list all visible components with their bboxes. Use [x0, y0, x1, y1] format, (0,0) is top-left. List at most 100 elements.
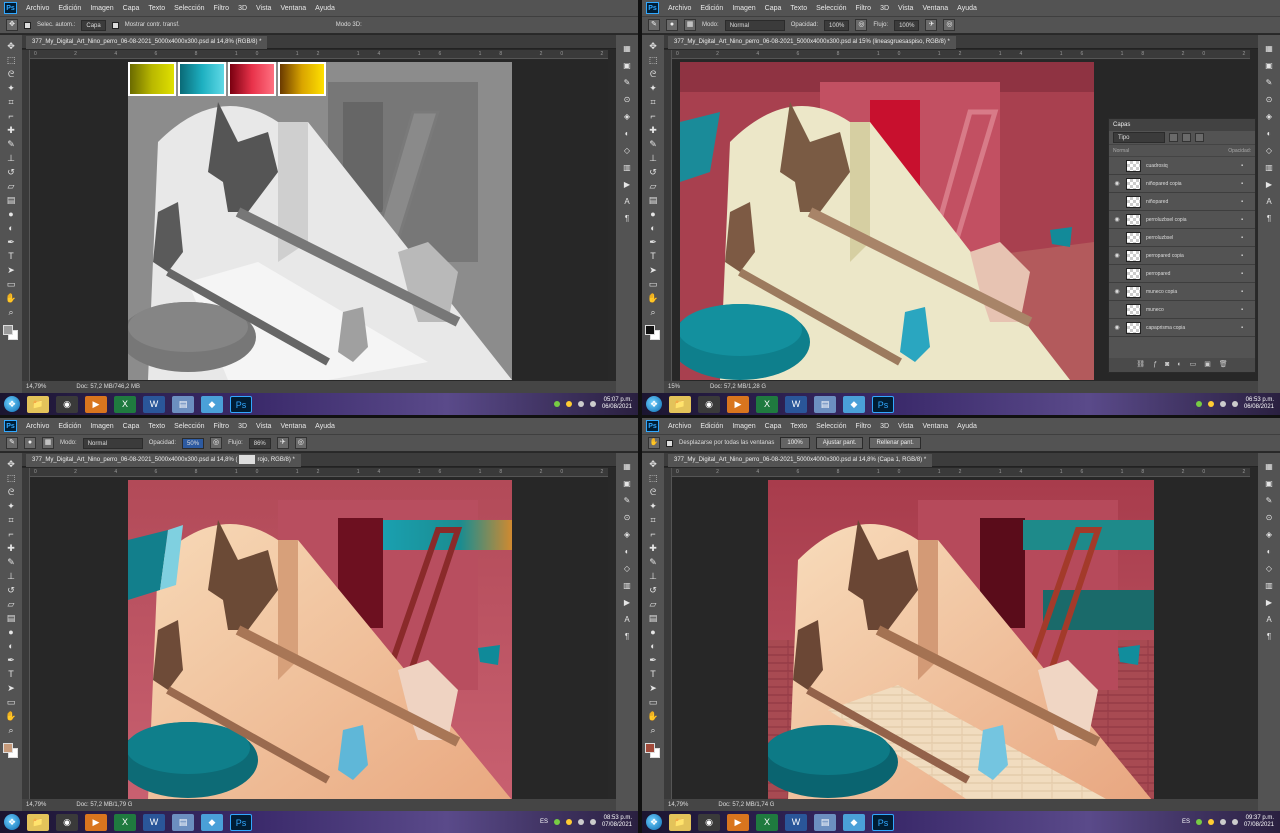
char-panel-icon[interactable]: A — [1262, 614, 1276, 625]
hand-icon[interactable]: ✋ — [646, 711, 660, 722]
history-panel-icon[interactable]: ▦ — [620, 461, 634, 472]
actions-panel-icon[interactable]: ▶ — [620, 179, 634, 190]
properties-panel-icon[interactable]: ▣ — [1262, 478, 1276, 489]
menu-capa[interactable]: Capa — [765, 423, 782, 430]
crop-icon[interactable]: ⌗ — [646, 97, 660, 108]
opacity-input[interactable]: 50% — [182, 437, 205, 449]
layer-row[interactable]: cuadrosiq ▪ — [1109, 157, 1255, 175]
photoshop-taskbar-icon[interactable]: Ps — [872, 395, 894, 413]
swatches-panel-icon[interactable]: ▥ — [1262, 580, 1276, 591]
document-tab[interactable]: 377_My_Digital_Art_Nino_perro_06-08-2021… — [668, 454, 933, 467]
opacity-input[interactable]: 100% — [824, 19, 850, 31]
fill-screen-button[interactable]: Rellenar pant. — [869, 437, 921, 449]
menu-ayuda[interactable]: Ayuda — [315, 423, 335, 430]
visibility-icon[interactable]: ◉ — [1113, 324, 1121, 331]
lasso-icon[interactable]: ᘓ — [646, 487, 660, 498]
mask-icon[interactable]: ◙ — [1165, 358, 1169, 372]
menu-ventana[interactable]: Ventana — [922, 5, 948, 12]
menu-vista[interactable]: Vista — [256, 5, 271, 12]
menu-3d[interactable]: 3D — [880, 423, 889, 430]
menu-imagen[interactable]: Imagen — [732, 5, 755, 12]
menu-3d[interactable]: 3D — [238, 423, 247, 430]
brush-settings-icon[interactable]: ▦ — [684, 19, 696, 31]
shape-icon[interactable]: ▭ — [4, 279, 18, 290]
menu-filtro[interactable]: Filtro — [856, 423, 872, 430]
actions-panel-icon[interactable]: ▶ — [1262, 179, 1276, 190]
artwork-canvas-shading[interactable] — [128, 480, 512, 800]
menu-ayuda[interactable]: Ayuda — [957, 423, 977, 430]
network-icon[interactable] — [577, 401, 584, 407]
artwork-canvas-grayscale[interactable] — [128, 62, 512, 380]
dodge-icon[interactable]: ◐ — [4, 223, 18, 234]
zoom-icon[interactable]: ⌕ — [646, 725, 660, 736]
volume-icon[interactable] — [589, 819, 596, 825]
brush-icon[interactable]: ✎ — [646, 557, 660, 568]
flow-input[interactable]: 86% — [248, 437, 271, 449]
clock[interactable]: 06:53 p.m. 06/08/2021 — [1244, 397, 1274, 411]
volume-icon[interactable] — [589, 401, 596, 407]
lasso-icon[interactable]: ᘓ — [4, 69, 18, 80]
blur-icon[interactable]: ● — [646, 627, 660, 638]
photoshop-taskbar-icon[interactable]: Ps — [230, 813, 252, 831]
shape-icon[interactable]: ▭ — [4, 697, 18, 708]
scroll-all-checkbox[interactable] — [666, 439, 673, 447]
auto-select-checkbox[interactable] — [24, 21, 31, 29]
history-brush-icon[interactable]: ↺ — [646, 167, 660, 178]
app-taskbar-icon[interactable]: ◆ — [201, 813, 223, 831]
menu-vista[interactable]: Vista — [898, 5, 913, 12]
notepad-taskbar-icon[interactable]: ▤ — [172, 395, 194, 413]
properties-panel-icon[interactable]: ▣ — [1262, 60, 1276, 71]
excel-taskbar-icon[interactable]: X — [114, 395, 136, 413]
media-taskbar-icon[interactable]: ▶ — [85, 395, 107, 413]
layer-row[interactable]: ◉ muneco copia ▪ — [1109, 283, 1255, 301]
menu-vista[interactable]: Vista — [256, 423, 271, 430]
eyedropper-icon[interactable]: ⌐ — [4, 111, 18, 122]
app-taskbar-icon[interactable]: ◆ — [201, 395, 223, 413]
menu-seleccion[interactable]: Selección — [174, 5, 204, 12]
network-icon[interactable] — [1219, 401, 1226, 407]
swatches-panel-icon[interactable]: ▥ — [620, 580, 634, 591]
brush-panel-icon[interactable]: ✎ — [1262, 77, 1276, 88]
transform-controls-checkbox[interactable] — [111, 21, 119, 29]
menu-seleccion[interactable]: Selección — [816, 5, 846, 12]
brush-panel-icon[interactable]: ✎ — [620, 495, 634, 506]
lasso-icon[interactable]: ᘓ — [4, 487, 18, 498]
char-panel-icon[interactable]: A — [620, 196, 634, 207]
adjust-panel-icon[interactable]: ◐ — [1262, 546, 1276, 557]
swatches-panel-icon[interactable]: ▥ — [620, 162, 634, 173]
tray-icon[interactable] — [1207, 819, 1214, 825]
word-taskbar-icon[interactable]: W — [785, 813, 807, 831]
menu-edicion[interactable]: Edición — [700, 5, 723, 12]
menu-filtro[interactable]: Filtro — [214, 423, 230, 430]
filter-adjust-icon[interactable] — [1182, 133, 1191, 142]
chrome-taskbar-icon[interactable]: ◉ — [56, 395, 78, 413]
zoom-readout[interactable]: 15% — [668, 381, 680, 393]
eraser-icon[interactable]: ▱ — [646, 599, 660, 610]
marquee-icon[interactable]: ⬚ — [4, 473, 18, 484]
stamp-icon[interactable]: ⊥ — [646, 153, 660, 164]
menu-archivo[interactable]: Archivo — [668, 423, 691, 430]
word-taskbar-icon[interactable]: W — [143, 813, 165, 831]
volume-icon[interactable] — [1231, 401, 1238, 407]
move-icon[interactable]: ✥ — [646, 41, 660, 52]
pen-icon[interactable]: ✒ — [4, 237, 18, 248]
excel-taskbar-icon[interactable]: X — [756, 395, 778, 413]
type-icon[interactable]: T — [4, 251, 18, 262]
layer-style-icon[interactable]: ƒ — [1153, 358, 1157, 372]
visibility-icon[interactable]: ◉ — [1113, 180, 1121, 187]
pen-icon[interactable]: ✒ — [646, 237, 660, 248]
trash-icon[interactable]: 🗑 — [1219, 358, 1228, 372]
hand-tool-icon[interactable]: ✋ — [648, 437, 660, 449]
zoom-icon[interactable]: ⌕ — [4, 725, 18, 736]
history-panel-icon[interactable]: ▦ — [620, 43, 634, 54]
brush-settings-icon[interactable]: ▦ — [42, 437, 54, 449]
gradient-icon[interactable]: ▤ — [4, 195, 18, 206]
brush-tool-icon[interactable]: ✎ — [6, 437, 18, 449]
move-icon[interactable]: ✥ — [4, 459, 18, 470]
crop-icon[interactable]: ⌗ — [4, 515, 18, 526]
layer-row[interactable]: ◉ perropared copia ▪ — [1109, 247, 1255, 265]
clone-panel-icon[interactable]: ⊙ — [620, 512, 634, 523]
clone-panel-icon[interactable]: ⊙ — [620, 94, 634, 105]
color-swatches[interactable] — [3, 325, 19, 341]
move-icon[interactable]: ✥ — [646, 459, 660, 470]
